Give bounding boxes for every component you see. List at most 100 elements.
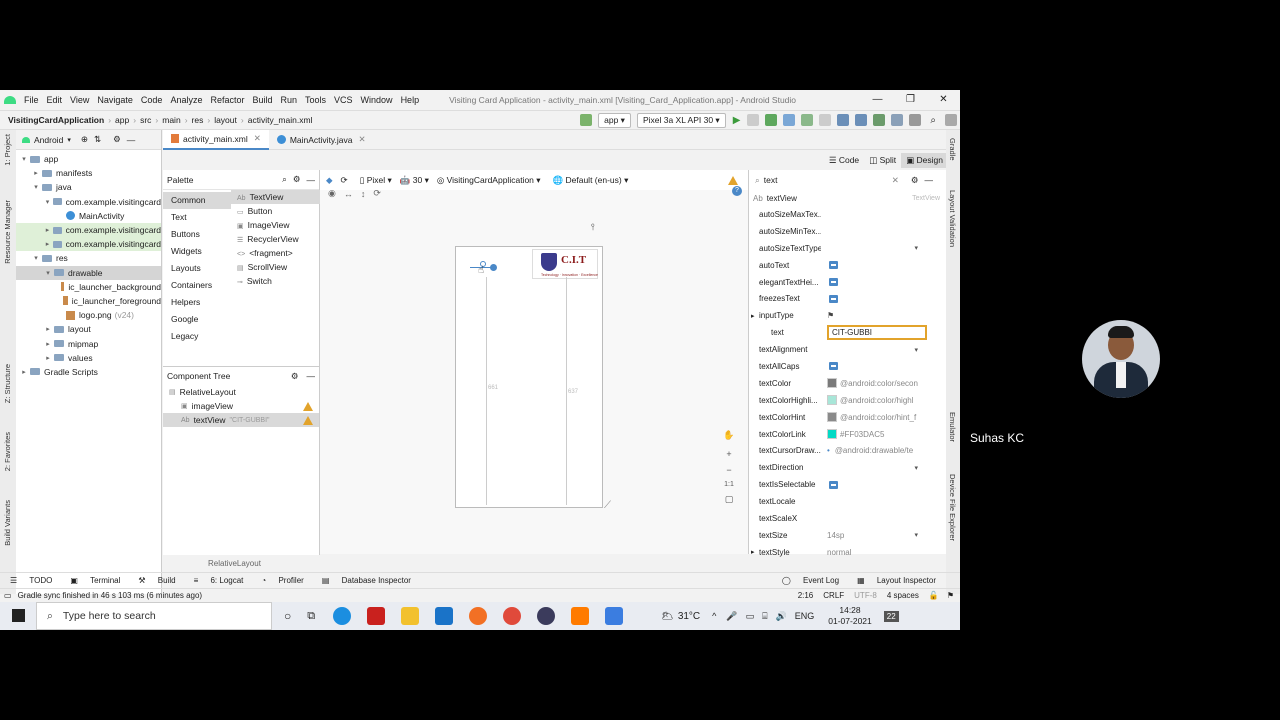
infer-constraints-icon[interactable]: ⟳ xyxy=(373,188,381,199)
app-icon[interactable] xyxy=(537,607,556,625)
layout-inspector-icon[interactable] xyxy=(891,114,904,126)
close-tab-icon[interactable]: ✕ xyxy=(254,133,261,144)
clock[interactable]: 14:28 01-07-2021 xyxy=(828,605,871,627)
zoom-to-fit-icon[interactable]: ▢ xyxy=(725,494,734,505)
horizontal-margin-icon[interactable]: ↔ xyxy=(344,189,353,199)
menu-tools[interactable]: Tools xyxy=(305,95,326,105)
device-select[interactable]: ▯ Pixel ▾ xyxy=(360,175,392,186)
device-file-explorer-tab[interactable]: Device File Explorer xyxy=(948,474,957,541)
sidebar-toggle-icon[interactable] xyxy=(945,114,957,126)
layout-validation-tab[interactable]: Layout Validation xyxy=(948,190,957,247)
palette-item[interactable]: ▭ Button xyxy=(231,204,320,218)
chrome-icon[interactable] xyxy=(503,607,522,625)
project-tree-item[interactable]: ▾ res xyxy=(16,251,161,265)
color-swatch[interactable] xyxy=(827,412,837,423)
color-swatch[interactable] xyxy=(827,429,837,440)
layout-inspector-tab[interactable]: ▦ Layout Inspector xyxy=(857,576,940,585)
palette-item[interactable]: Ab TextView xyxy=(231,190,320,204)
gear-icon[interactable]: ⚙ xyxy=(293,174,301,185)
zoom-in-icon[interactable]: + xyxy=(726,449,731,459)
chevron-down-icon[interactable]: ▾ xyxy=(914,464,918,472)
project-tree-item[interactable]: ic_launcher_foreground xyxy=(16,294,161,308)
menu-navigate[interactable]: Navigate xyxy=(97,95,133,105)
chevron-right-icon[interactable]: ▸ xyxy=(44,354,52,362)
design-view-button[interactable]: ▣ Design xyxy=(901,152,948,168)
split-view-button[interactable]: ◫ Split xyxy=(864,155,901,166)
sync-icon[interactable] xyxy=(837,114,850,126)
menu-vcs[interactable]: VCS xyxy=(334,95,353,105)
debug-icon[interactable] xyxy=(765,114,778,126)
chevron-down-icon[interactable]: ▾ xyxy=(914,244,918,252)
menu-edit[interactable]: Edit xyxy=(47,95,63,105)
minimize-button[interactable]: — xyxy=(861,90,894,110)
text-attribute-input[interactable]: CIT-GUBBI xyxy=(827,325,927,341)
project-tree-item[interactable]: ▸ manifests xyxy=(16,166,161,180)
structure-tab[interactable]: Z: Structure xyxy=(3,364,12,403)
mail-icon[interactable] xyxy=(435,607,454,625)
chevron-right-icon[interactable]: ▸ xyxy=(751,312,755,320)
chevron-right-icon[interactable]: ▸ xyxy=(32,169,40,177)
warning-icon[interactable] xyxy=(303,415,313,425)
attribute-value[interactable]: @android:color/highl xyxy=(821,395,946,406)
project-tree-item[interactable]: ▸ values xyxy=(16,351,161,365)
locale-select[interactable]: 🌐 Default (en-us) ▾ xyxy=(553,175,629,186)
gear-icon[interactable]: ⚙ xyxy=(911,175,919,186)
gear-icon[interactable]: ⚙ xyxy=(291,371,299,382)
gradle-tab[interactable]: Gradle xyxy=(948,138,957,161)
menu-view[interactable]: View xyxy=(70,95,89,105)
menu-window[interactable]: Window xyxy=(361,95,393,105)
project-tree-item[interactable]: logo.png (v24) xyxy=(16,308,161,322)
checkbox-icon[interactable] xyxy=(829,480,838,489)
palette-category-common[interactable]: Common xyxy=(163,192,231,209)
rerun-icon[interactable] xyxy=(747,114,760,126)
emulator-tab[interactable]: Emulator xyxy=(948,412,957,442)
attribute-value[interactable]: • @android:drawable/te xyxy=(821,446,946,455)
lock-icon[interactable]: 🔓 xyxy=(929,591,939,600)
chevron-right-icon[interactable]: ▸ xyxy=(44,240,51,248)
checkbox-icon[interactable] xyxy=(829,278,838,286)
microphone-icon[interactable]: 🎤 xyxy=(726,611,737,622)
project-tree-item[interactable]: ▸ com.example.visitingcard xyxy=(16,222,161,238)
chevron-right-icon[interactable]: ▸ xyxy=(44,325,52,333)
breadcrumb-item[interactable]: layout xyxy=(214,115,237,125)
task-view-icon[interactable]: ⧉ xyxy=(307,610,315,623)
run-icon[interactable]: ▶ xyxy=(733,115,741,126)
android-studio-taskbar-icon[interactable] xyxy=(605,607,624,625)
chevron-down-icon[interactable]: ▾ xyxy=(44,198,51,206)
collapse-icon[interactable]: ⇅ xyxy=(94,134,101,145)
search-icon[interactable]: ⌕ xyxy=(282,174,287,185)
file-explorer-icon[interactable] xyxy=(401,607,420,625)
attribute-value[interactable]: normal xyxy=(821,548,946,557)
build-tab[interactable]: ⚒ Build xyxy=(138,576,179,585)
color-swatch[interactable] xyxy=(827,395,837,406)
profiler-tab[interactable]: ◔ Profiler xyxy=(261,576,307,585)
palette-category-layouts[interactable]: Layouts xyxy=(163,260,231,277)
api-level-select[interactable]: 🤖 30 ▾ xyxy=(400,175,429,186)
menu-code[interactable]: Code xyxy=(141,95,163,105)
project-tree-item[interactable]: ▾ com.example.visitingcard xyxy=(16,195,161,209)
project-tool-tab[interactable]: 1: Project xyxy=(3,134,12,166)
menu-run[interactable]: Run xyxy=(281,95,298,105)
todo-tab[interactable]: ☰ TODO xyxy=(10,576,56,585)
attribute-value[interactable]: @android:color/hint_f xyxy=(821,412,946,423)
project-tree-item[interactable]: ▸ layout xyxy=(16,322,161,336)
network-icon[interactable]: ⌸ xyxy=(762,611,767,622)
theme-select[interactable]: ◎ VisitingCardApplication ▾ xyxy=(437,175,541,186)
palette-category-widgets[interactable]: Widgets xyxy=(163,243,231,260)
chevron-right-icon[interactable]: ▸ xyxy=(44,340,52,348)
checkbox-icon[interactable] xyxy=(829,362,838,371)
settings-icon[interactable] xyxy=(909,114,922,126)
palette-item[interactable]: ▣ ImageView xyxy=(231,218,320,232)
build-variants-tab[interactable]: Build Variants xyxy=(3,500,12,546)
project-tree-item[interactable]: ▸ com.example.visitingcard xyxy=(16,237,161,252)
cursor-position[interactable]: 2:16 xyxy=(798,591,814,600)
attributes-search-input[interactable]: text xyxy=(764,175,884,185)
hide-panel-icon[interactable]: — xyxy=(925,175,934,185)
taskbar-search-box[interactable]: ⌕ Type here to search xyxy=(36,602,272,630)
palette-category-buttons[interactable]: Buttons xyxy=(163,226,231,243)
avd-manager-icon[interactable] xyxy=(855,114,868,126)
palette-category-legacy[interactable]: Legacy xyxy=(163,328,231,345)
help-icon[interactable]: ? xyxy=(732,186,742,196)
acrobat-icon[interactable] xyxy=(367,607,386,625)
attach-debugger-icon[interactable] xyxy=(801,114,814,126)
